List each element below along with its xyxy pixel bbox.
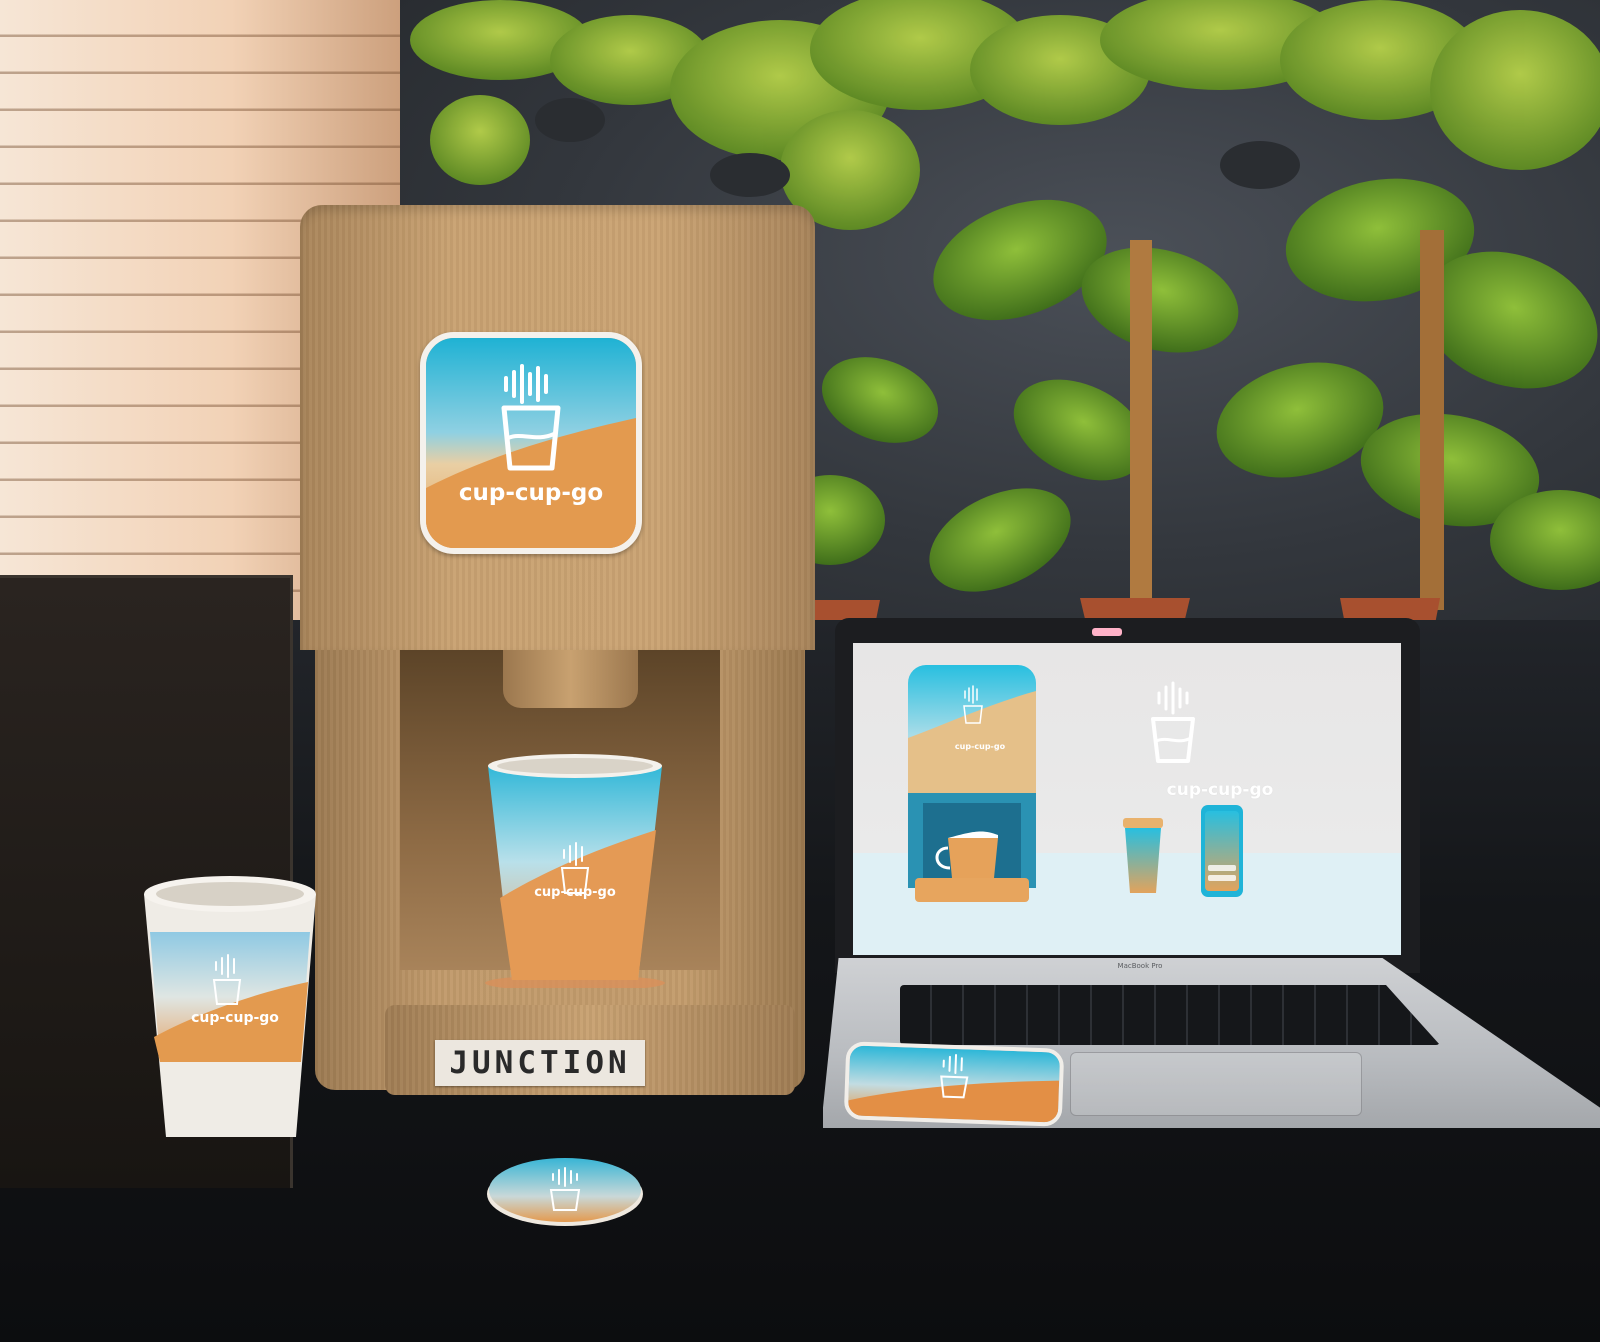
photo-scene: cup-cup-go cup-cup-go JUNCTION cup-cup-g…: [0, 0, 1600, 1342]
app-logo-sticker: [420, 332, 642, 554]
cup-soundwave-icon: [426, 338, 636, 548]
coaster-sticker: [487, 1158, 643, 1226]
junction-label: JUNCTION: [435, 1040, 645, 1086]
reusable-cup-text: cup-cup-go: [191, 1010, 279, 1026]
cup-soundwave-icon: [847, 1045, 1061, 1123]
paper-cup-text: cup-cup-go: [534, 885, 616, 900]
machine-logo-text: cup-cup-go: [458, 480, 604, 506]
laptop-camera: [1092, 628, 1122, 636]
screen-machine-brand-text: cup-cup-go: [954, 742, 1006, 751]
dispenser-nozzle: [503, 650, 638, 708]
screen-illustration: [853, 665, 1401, 955]
paper-cup: [485, 754, 665, 988]
laptop-keyboard: [900, 985, 1440, 1045]
laptop-sticker: [843, 1041, 1065, 1127]
laptop-model-label: MacBook Pro: [1117, 962, 1163, 970]
laptop-screen: [853, 643, 1401, 955]
laptop-trackpad: [1070, 1052, 1362, 1116]
screen-brand-text: cup-cup-go: [1166, 780, 1274, 800]
